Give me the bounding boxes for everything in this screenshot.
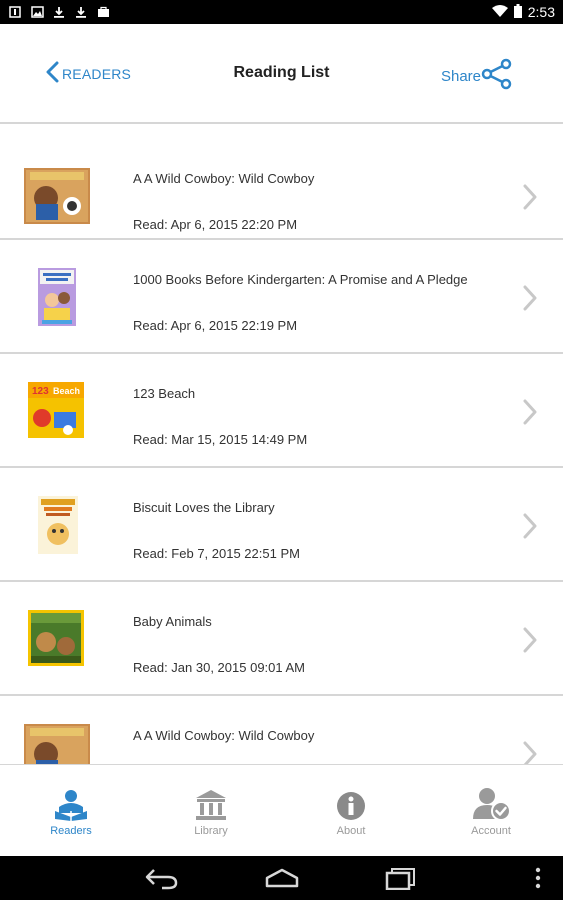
tab-about[interactable]: About — [306, 787, 396, 837]
reading-list: A A Wild Cowboy: Wild Cowboy Read: Apr 6… — [0, 126, 563, 764]
read-date: Read: Feb 7, 2015 22:51 PM — [133, 546, 300, 561]
chevron-right-icon — [522, 627, 538, 658]
read-date: Read: Mar 15, 2015 14:49 PM — [133, 432, 308, 447]
tab-readers[interactable]: Readers — [26, 787, 116, 837]
book-cover — [28, 610, 84, 666]
list-item[interactable]: A A Wild Cowboy: Wild Cowboy — [0, 696, 563, 764]
svg-text:Beach: Beach — [53, 386, 80, 396]
status-bar: 2:53 — [0, 0, 563, 24]
read-date: Read: Jan 30, 2015 09:01 AM — [133, 660, 306, 675]
tab-label: Account — [471, 825, 511, 837]
chevron-right-icon — [522, 399, 538, 430]
chevron-right-icon — [522, 741, 538, 764]
recents-nav-icon[interactable] — [384, 866, 418, 895]
read-date: Read: Apr 6, 2015 22:20 PM — [133, 217, 298, 232]
tab-library[interactable]: Library — [166, 787, 256, 837]
book-title: A A Wild Cowboy: Wild Cowboy — [133, 728, 315, 743]
list-item[interactable]: Biscuit Loves the Library Read: Feb 7, 2… — [0, 468, 563, 582]
share-label: Share — [440, 67, 481, 85]
list-item[interactable]: Baby Animals Read: Jan 30, 2015 09:01 AM — [0, 582, 563, 696]
book-cover: 123 Beach — [28, 382, 84, 438]
chevron-right-icon — [522, 513, 538, 544]
status-system: 2:53 — [491, 3, 555, 21]
book-title: 123 Beach — [133, 386, 196, 401]
battery-icon — [513, 3, 522, 21]
status-time: 2:53 — [527, 4, 555, 20]
status-notifications — [8, 5, 110, 19]
info-icon — [306, 787, 396, 821]
back-nav-icon[interactable] — [144, 866, 180, 895]
tab-label: About — [336, 825, 366, 837]
header: READERS Reading List Share — [0, 24, 563, 124]
system-nav-bar — [0, 856, 563, 900]
chevron-right-icon — [522, 184, 538, 215]
list-item[interactable]: A A Wild Cowboy: Wild Cowboy Read: Apr 6… — [0, 126, 563, 240]
tab-bar: Readers Library About Account — [0, 764, 563, 856]
book-title: Biscuit Loves the Library — [133, 500, 275, 515]
wifi-icon — [491, 4, 508, 20]
account-icon — [446, 787, 536, 821]
book-cover — [38, 268, 76, 326]
download-icon — [52, 5, 66, 19]
list-item[interactable]: 1000 Books Before Kindergarten: A Promis… — [0, 240, 563, 354]
book-cover — [24, 168, 90, 224]
share-button[interactable]: Share — [440, 57, 513, 95]
readers-icon — [26, 787, 116, 821]
read-date: Read: Apr 6, 2015 22:19 PM — [133, 318, 298, 333]
library-icon — [166, 787, 256, 821]
download-icon — [74, 5, 88, 19]
tab-label: Library — [194, 825, 228, 837]
svg-text:123: 123 — [32, 386, 49, 397]
image-icon — [30, 5, 44, 19]
chevron-right-icon — [522, 285, 538, 316]
book-title: Baby Animals — [133, 614, 212, 629]
home-nav-icon[interactable] — [263, 866, 301, 895]
tab-account[interactable]: Account — [446, 787, 536, 837]
overflow-menu-icon[interactable] — [534, 866, 542, 895]
list-item[interactable]: 123 Beach 123 Beach Read: Mar 15, 2015 1… — [0, 354, 563, 468]
book-cover — [38, 496, 78, 554]
tab-label: Readers — [50, 825, 92, 837]
book-title: 1000 Books Before Kindergarten: A Promis… — [133, 272, 468, 287]
shopping-bag-icon — [96, 5, 110, 19]
notification-icon — [8, 5, 22, 19]
book-cover — [24, 724, 90, 764]
share-icon — [479, 57, 513, 95]
book-title: A A Wild Cowboy: Wild Cowboy — [133, 171, 315, 186]
